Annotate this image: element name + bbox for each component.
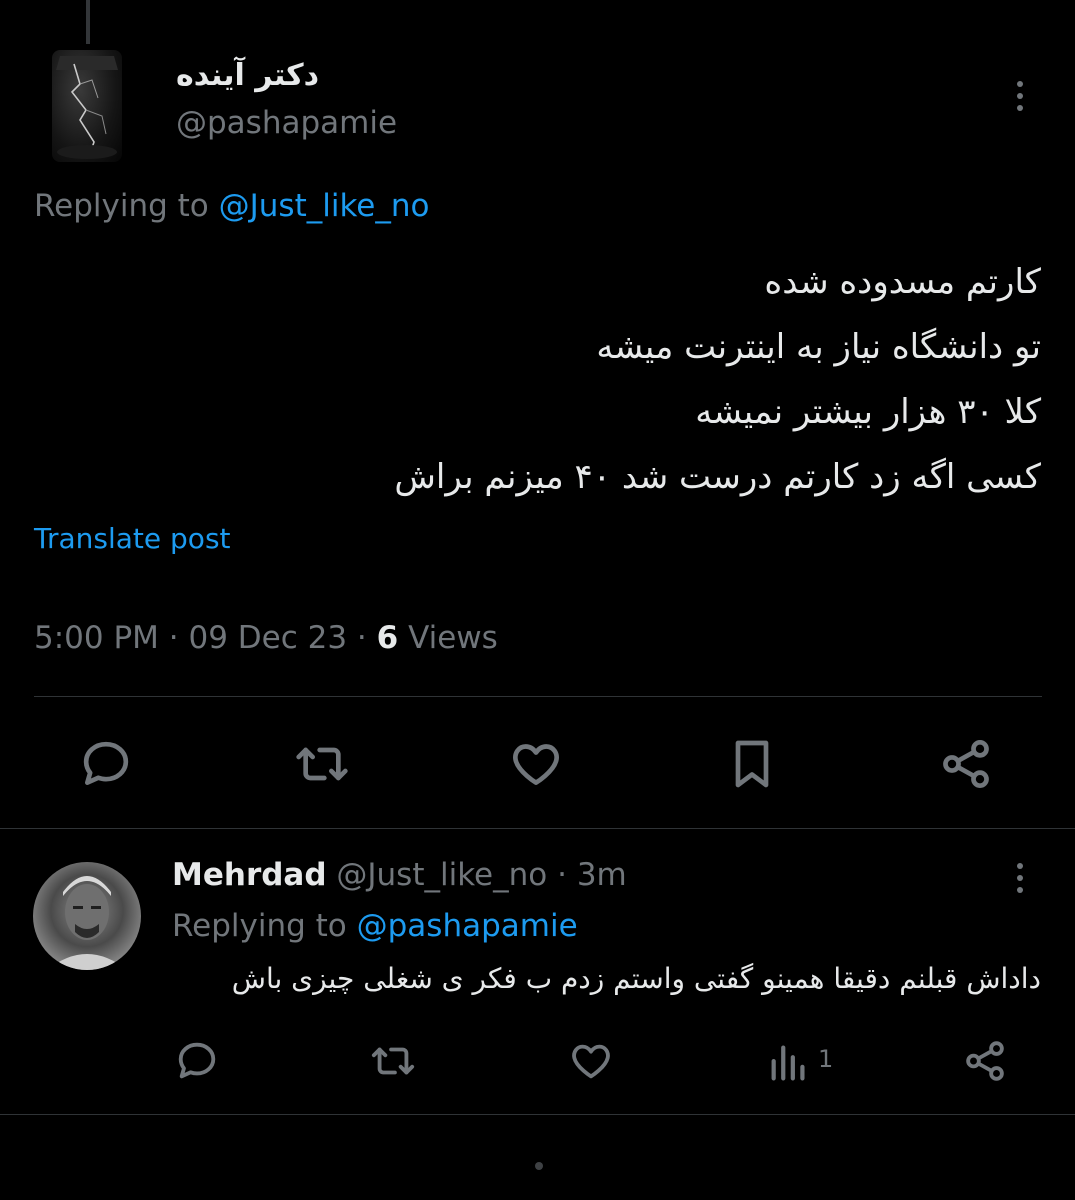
reply-age[interactable]: 3m: [577, 857, 627, 893]
share-icon[interactable]: [938, 736, 994, 792]
reply-views-count: 1: [818, 1045, 834, 1073]
divider: [0, 828, 1075, 829]
reply-replying-to: Replying to @pashapamie: [172, 908, 578, 944]
like-icon[interactable]: [568, 1038, 614, 1084]
reply-header: Mehrdad @Just_like_no · 3m: [172, 857, 627, 893]
handle[interactable]: @pashapamie: [176, 105, 397, 141]
display-name[interactable]: دکتر آینده: [176, 58, 319, 93]
reply-icon[interactable]: [174, 1038, 220, 1084]
more-options-icon[interactable]: [1006, 78, 1034, 114]
replying-to-link[interactable]: @Just_like_no: [219, 188, 430, 224]
share-icon[interactable]: [962, 1038, 1008, 1084]
bookmark-icon[interactable]: [724, 736, 780, 792]
repost-icon[interactable]: [294, 736, 350, 792]
views-label: Views: [398, 620, 498, 656]
reply-text: داداش قبلنم دقیقا همینو گفتی واستم زدم ب…: [231, 962, 1041, 995]
reply-handle[interactable]: @Just_like_no: [336, 857, 547, 893]
post-date[interactable]: 09 Dec 23: [188, 620, 347, 656]
avatar-lightning-image: [56, 56, 118, 159]
post-time[interactable]: 5:00 PM: [34, 620, 159, 656]
like-icon[interactable]: [508, 736, 564, 792]
avatar-portrait-image: [47, 876, 127, 970]
thread-line: [86, 0, 90, 44]
replying-to-link[interactable]: @pashapamie: [357, 908, 578, 944]
translate-post-link[interactable]: Translate post: [34, 522, 231, 555]
repost-icon[interactable]: [370, 1038, 416, 1084]
meta-separator: ·: [347, 620, 377, 656]
post-text-line: کلا ۳۰ هزار بیشتر نمیشه: [695, 392, 1041, 432]
post-text-line: کسی اگه زد کارتم درست شد ۴۰ میزنم براش: [394, 457, 1041, 497]
replying-to: Replying to @Just_like_no: [34, 188, 429, 224]
post-text-line: کارتم مسدوده شده: [764, 262, 1041, 302]
avatar[interactable]: [52, 50, 122, 162]
reply-display-name[interactable]: Mehrdad: [172, 857, 327, 893]
replying-prefix: Replying to: [34, 188, 219, 224]
meta-separator: ·: [547, 857, 577, 893]
views-icon[interactable]: [766, 1040, 812, 1086]
more-options-icon[interactable]: [1006, 860, 1034, 896]
post-text-line: تو دانشگاه نیاز به اینترنت میشه: [596, 327, 1041, 367]
post-meta: 5:00 PM · 09 Dec 23 · 6 Views: [34, 620, 498, 656]
views-count: 6: [376, 620, 399, 656]
reply-icon[interactable]: [78, 736, 134, 792]
post-text: کارتم مسدوده شده تو دانشگاه نیاز به اینت…: [141, 250, 1041, 510]
divider: [0, 1114, 1075, 1115]
loading-indicator: [535, 1162, 543, 1170]
divider: [34, 696, 1042, 697]
reply-avatar[interactable]: [33, 862, 141, 970]
meta-separator: ·: [158, 620, 189, 656]
replying-prefix: Replying to: [172, 908, 357, 944]
